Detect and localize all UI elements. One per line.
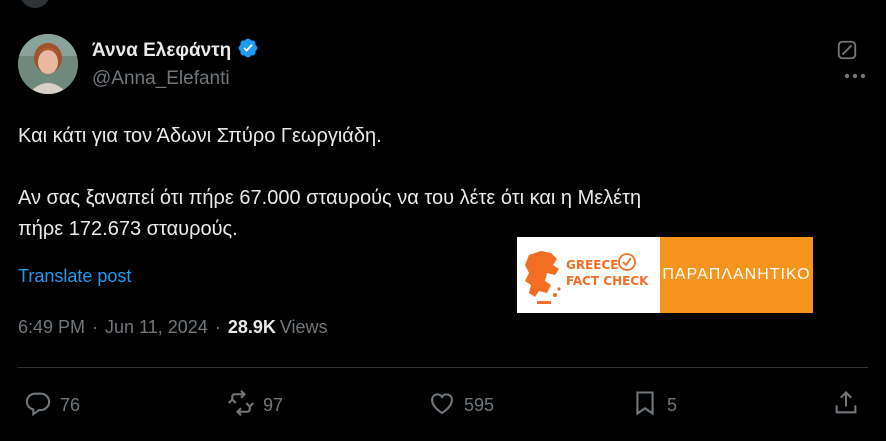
more-icon[interactable]: [840, 66, 870, 86]
like-count: 595: [464, 395, 495, 415]
post-date[interactable]: Jun 11, 2024: [105, 317, 208, 338]
logo-line-2: FACT CHECK: [566, 274, 649, 288]
like-button[interactable]: 595: [428, 389, 494, 422]
share-icon: [832, 389, 860, 422]
reply-count: 76: [60, 395, 81, 415]
author-handle[interactable]: @Anna_Elefanti: [92, 68, 230, 90]
post-time[interactable]: 6:49 PM: [18, 317, 85, 338]
post-line-1: Και κάτι για τον Άδωνι Σπύρο Γεωργιάδη.: [18, 125, 382, 147]
reply-button[interactable]: 76: [24, 389, 80, 422]
repost-button[interactable]: 97: [227, 389, 283, 422]
views-label: Views: [279, 317, 328, 337]
verified-badge-icon: [237, 37, 259, 64]
previous-avatar-stub: [20, 0, 50, 8]
meta-separator: ·: [92, 317, 99, 337]
meta-separator: ·: [214, 317, 221, 337]
repost-icon: [227, 389, 255, 422]
bookmark-button[interactable]: 5: [631, 389, 677, 422]
fact-check-logo-text: GREECE FACT CHECK: [566, 257, 648, 289]
share-button[interactable]: [832, 389, 860, 422]
fact-check-verdict: ΠΑΡΑΠΛΑΝΗΤΙΚΟ: [660, 237, 813, 313]
grok-icon[interactable]: [836, 39, 858, 61]
repost-count: 97: [263, 395, 284, 415]
avatar[interactable]: [18, 34, 78, 94]
logo-line-1: GREECE: [566, 258, 619, 272]
post-line-2: Αν σας ξαναπεί ότι πήρε 67.000 σταυρούς …: [18, 187, 642, 209]
greece-fact-check-logo: GREECE FACT CHECK: [517, 237, 660, 313]
like-icon: [428, 389, 456, 422]
reply-icon: [24, 389, 52, 422]
avatar-image: [18, 34, 78, 94]
views-count[interactable]: 28.9K: [228, 317, 276, 338]
translate-post-link[interactable]: Translate post: [18, 266, 131, 287]
bookmark-icon: [631, 389, 659, 422]
divider: [18, 367, 868, 368]
post-meta: 6:49 PM · Jun 11, 2024 · 28.9K Views: [18, 317, 328, 338]
post-text: Και κάτι για τον Άδωνι Σπύρο Γεωργιάδη. …: [18, 121, 838, 245]
bookmark-count: 5: [667, 395, 678, 415]
fact-check-card[interactable]: GREECE FACT CHECK ΠΑΡΑΠΛΑΝΗΤΙΚΟ: [517, 237, 813, 313]
author-name[interactable]: Άννα Ελεφάντη: [92, 40, 231, 62]
author-name-row[interactable]: Άννα Ελεφάντη: [92, 37, 259, 64]
